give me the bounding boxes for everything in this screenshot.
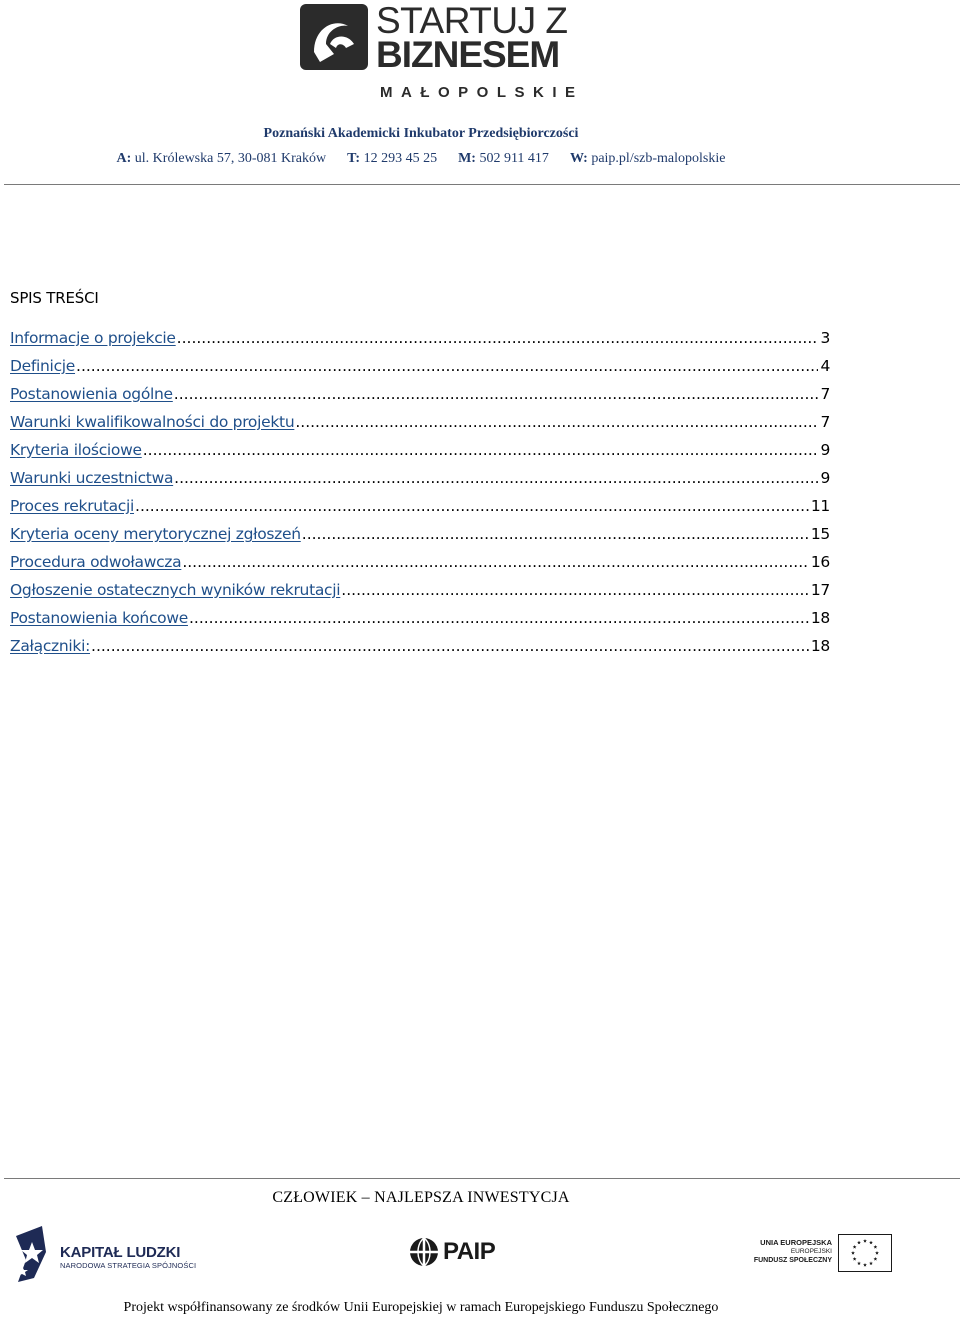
toc-entry[interactable]: Postanowienia ogólne 7	[10, 384, 830, 412]
toc-leader-dots	[143, 440, 819, 460]
toc-page-number: 15	[810, 525, 830, 543]
toc-leader-dots	[91, 636, 809, 656]
web-label: W:	[569, 151, 588, 166]
footer-slogan: CZŁOWIEK – NAJLEPSZA INWESTYCJA	[272, 1189, 570, 1206]
eu-social-fund-logo: UNIA EUROPEJSKA EUROPEJSKI FUNDUSZ SPOŁE…	[754, 1232, 896, 1278]
logo-subtitle: MAŁOPOLSKIE	[380, 84, 584, 101]
toc-entry[interactable]: Kryteria oceny merytorycznej zgłoszeń 15	[10, 524, 830, 552]
toc-link[interactable]: Procedura odwoławcza	[10, 552, 182, 572]
toc-link[interactable]: Warunki kwalifikowalności do projektu	[10, 412, 295, 432]
startuj-z-biznesem-logo: STARTUJ Z BIZNESEM MAŁOPOLSKIE	[300, 2, 575, 101]
toc-leader-dots	[177, 328, 819, 348]
toc-page-number: 3	[820, 329, 830, 347]
toc-link[interactable]: Ogłoszenie ostatecznych wyników rekrutac…	[10, 580, 341, 600]
paip-logo: PAIP	[408, 1230, 508, 1278]
mobile-value: 502 911 417	[479, 151, 549, 166]
toc-link[interactable]: Kryteria ilościowe	[10, 440, 142, 460]
mobile-label: M:	[458, 151, 476, 166]
toc-entry[interactable]: Ogłoszenie ostatecznych wyników rekrutac…	[10, 580, 830, 608]
phone-value: 12 293 45 25	[363, 151, 438, 166]
toc-page-number: 18	[810, 609, 830, 627]
table-of-contents: Informacje o projekcie 3 Definicje 4 Pos…	[10, 328, 830, 664]
kapital-ludzki-star-icon	[16, 1226, 46, 1282]
toc-entry[interactable]: Proces rekrutacji 11	[10, 496, 830, 524]
footer-divider	[4, 1178, 960, 1179]
toc-entry[interactable]: Kryteria ilościowe 9	[10, 440, 830, 468]
kapital-ludzki-title: KAPITAŁ LUDZKI	[60, 1244, 181, 1261]
toc-link[interactable]: Postanowienia ogólne	[10, 384, 173, 404]
toc-leader-dots	[135, 496, 809, 516]
cofinance-statement: Projekt współfinansowany ze środków Unii…	[123, 1300, 719, 1315]
eu-line-1: UNIA EUROPEJSKA	[760, 1238, 832, 1247]
toc-leader-dots	[174, 384, 819, 404]
toc-leader-dots	[189, 608, 809, 628]
toc-page-number: 7	[820, 413, 830, 431]
toc-entry[interactable]: Procedura odwoławcza 16	[10, 552, 830, 580]
web-value[interactable]: paip.pl/szb-malopolskie	[591, 151, 725, 166]
toc-page-number: 7	[820, 385, 830, 403]
eu-line-2: EUROPEJSKI	[790, 1248, 832, 1255]
toc-entry[interactable]: Warunki kwalifikowalności do projektu 7	[10, 412, 830, 440]
toc-title: SPIS TREŚCI	[10, 289, 99, 307]
toc-entry[interactable]: Definicje 4	[10, 356, 830, 384]
toc-page-number: 11	[810, 497, 830, 515]
eu-line-3: FUNDUSZ SPOŁECZNY	[753, 1257, 832, 1264]
toc-link[interactable]: Kryteria oceny merytorycznej zgłoszeń	[10, 524, 301, 544]
toc-link[interactable]: Załączniki:	[10, 636, 90, 656]
toc-link[interactable]: Warunki uczestnictwa	[10, 468, 173, 488]
eu-text: UNIA EUROPEJSKA EUROPEJSKI FUNDUSZ SPOŁE…	[754, 1238, 832, 1265]
toc-entry[interactable]: Informacje o projekcie 3	[10, 328, 830, 356]
organization-name: Poznański Akademicki Inkubator Przedsięb…	[263, 126, 579, 141]
toc-page-number: 17	[810, 581, 830, 599]
toc-leader-dots	[295, 412, 818, 432]
toc-leader-dots	[76, 356, 818, 376]
toc-leader-dots	[182, 552, 809, 572]
toc-entry[interactable]: Załączniki: 18	[10, 636, 830, 664]
kapital-ludzki-logo: KAPITAŁ LUDZKI NARODOWA STRATEGIA SPÓJNO…	[12, 1226, 196, 1282]
header-divider	[4, 184, 960, 185]
toc-page-number: 18	[810, 637, 830, 655]
toc-page-number: 9	[820, 469, 830, 487]
eu-flag-icon	[838, 1234, 892, 1272]
toc-link[interactable]: Definicje	[10, 356, 75, 376]
logo-line-2: BIZNESEM	[376, 34, 560, 75]
logo-mark-icon	[300, 4, 368, 70]
address-value: ul. Królewska 57, 30-081 Kraków	[134, 151, 327, 166]
toc-leader-dots	[174, 468, 818, 488]
toc-link[interactable]: Informacje o projekcie	[10, 328, 176, 348]
paip-wordmark: PAIP	[443, 1238, 496, 1265]
toc-link[interactable]: Postanowienia końcowe	[10, 608, 188, 628]
toc-leader-dots	[341, 580, 809, 600]
organization-contact: A: ul. Królewska 57, 30-081 Kraków T: 12…	[0, 151, 842, 167]
toc-entry[interactable]: Postanowienia końcowe 18	[10, 608, 830, 636]
toc-link[interactable]: Proces rekrutacji	[10, 496, 134, 516]
toc-page-number: 9	[820, 441, 830, 459]
toc-entry[interactable]: Warunki uczestnictwa 9	[10, 468, 830, 496]
kapital-ludzki-subtitle: NARODOWA STRATEGIA SPÓJNOŚCI	[60, 1261, 197, 1270]
paip-globe-icon	[410, 1234, 438, 1274]
toc-page-number: 4	[820, 357, 830, 375]
phone-label: T:	[347, 151, 361, 166]
toc-page-number: 16	[810, 553, 830, 571]
toc-leader-dots	[302, 524, 809, 544]
address-label: A:	[116, 151, 132, 166]
